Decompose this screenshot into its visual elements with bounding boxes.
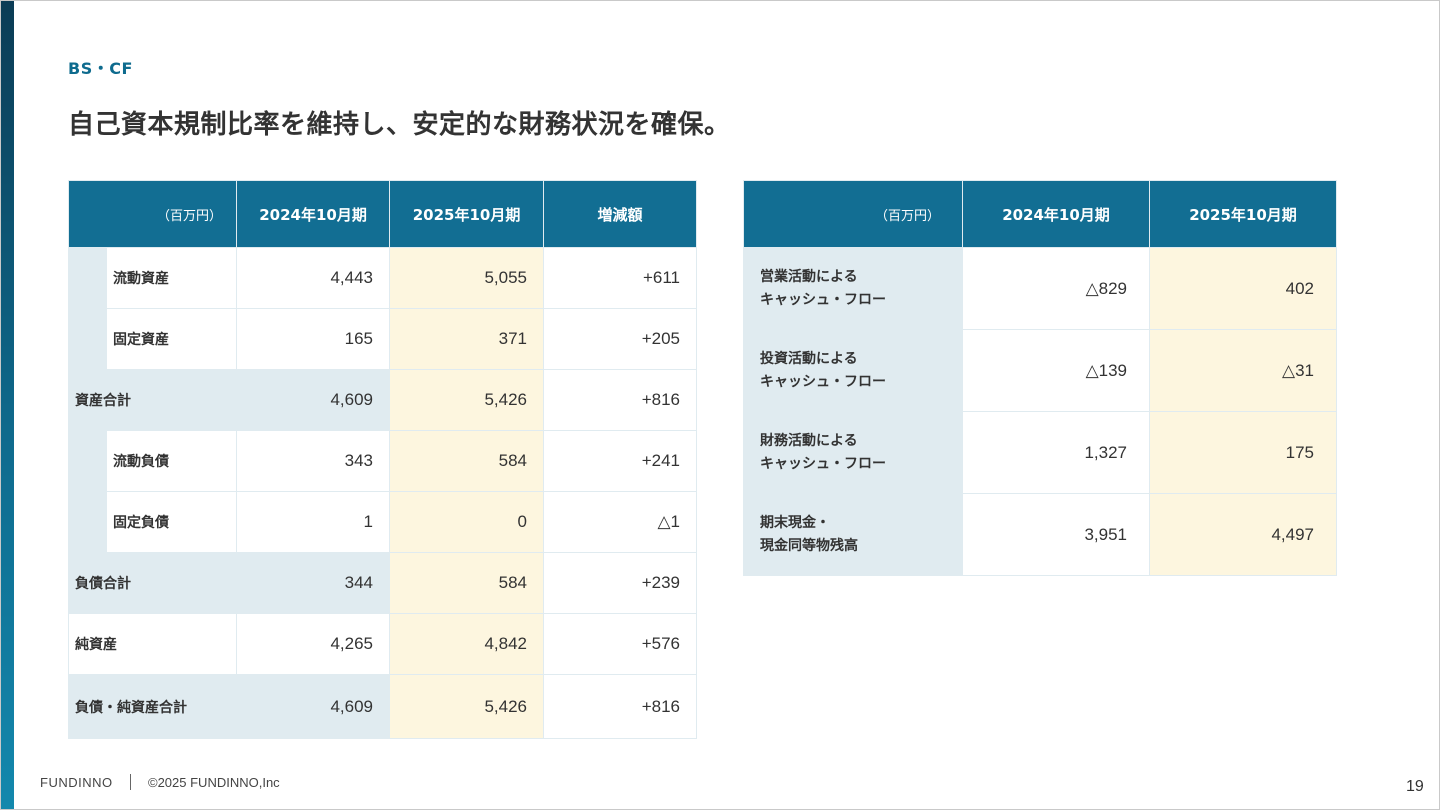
row-label: 財務活動による キャッシュ・フロー bbox=[743, 411, 963, 494]
table-row: 財務活動による キャッシュ・フロー 1,327 175 bbox=[743, 411, 1337, 494]
table-header-row: （百万円） 2024年10月期 2025年10月期 増減額 bbox=[67, 180, 698, 248]
row-label: 投資活動による キャッシュ・フロー bbox=[743, 329, 963, 412]
cell-2025: 5,426 bbox=[389, 674, 545, 739]
table-header-row: （百万円） 2024年10月期 2025年10月期 bbox=[743, 180, 1337, 248]
cell-2025: 584 bbox=[389, 552, 545, 614]
cell-diff: +816 bbox=[543, 369, 698, 431]
row-label: 純資産 bbox=[67, 613, 238, 675]
cell-2024: 1,327 bbox=[962, 411, 1150, 494]
row-label: 固定資産 bbox=[105, 308, 238, 370]
row-label-line2: 現金同等物残高 bbox=[760, 537, 858, 554]
cell-2025: △31 bbox=[1149, 329, 1337, 412]
row-label-line2: キャッシュ・フロー bbox=[760, 291, 886, 308]
footer-copyright: ©2025 FUNDINNO,Inc bbox=[148, 775, 280, 790]
cell-2024: 344 bbox=[236, 552, 391, 614]
left-accent-bar bbox=[0, 0, 14, 810]
footer-brand: FUNDINNO bbox=[40, 775, 113, 790]
row-label-line1: 財務活動による bbox=[760, 432, 858, 449]
header-2025: 2025年10月期 bbox=[389, 180, 545, 248]
cell-2025: 371 bbox=[389, 308, 545, 370]
row-label: 流動資産 bbox=[105, 247, 238, 309]
table-row: 資産合計 4,609 5,426 +816 bbox=[67, 369, 698, 431]
balance-sheet-table: （百万円） 2024年10月期 2025年10月期 増減額 流動資産 4,443… bbox=[67, 180, 698, 739]
row-label-line1: 期末現金・ bbox=[760, 514, 830, 531]
unit-header: （百万円） bbox=[67, 180, 238, 248]
page-title: 自己資本規制比率を維持し、安定的な財務状況を確保。 bbox=[68, 110, 731, 140]
cell-2025: 5,055 bbox=[389, 247, 545, 309]
header-2025: 2025年10月期 bbox=[1149, 180, 1337, 248]
row-label: 資産合計 bbox=[67, 369, 238, 431]
cell-diff: △1 bbox=[543, 491, 698, 553]
row-label: 期末現金・ 現金同等物残高 bbox=[743, 493, 963, 576]
cell-diff: +816 bbox=[543, 674, 698, 739]
row-label-line2: キャッシュ・フロー bbox=[760, 455, 886, 472]
cell-2025: 0 bbox=[389, 491, 545, 553]
cell-2025: 584 bbox=[389, 430, 545, 492]
cell-2025: 5,426 bbox=[389, 369, 545, 431]
indent-spacer bbox=[68, 430, 107, 492]
table-row: 負債・純資産合計 4,609 5,426 +816 bbox=[67, 674, 698, 739]
row-label: 負債・純資産合計 bbox=[67, 674, 238, 739]
table-row: 営業活動による キャッシュ・フロー △829 402 bbox=[743, 247, 1337, 330]
cell-2024: 165 bbox=[236, 308, 391, 370]
table-row: 負債合計 344 584 +239 bbox=[67, 552, 698, 614]
indent-spacer bbox=[68, 247, 107, 309]
cell-2025: 175 bbox=[1149, 411, 1337, 494]
cell-2025: 4,842 bbox=[389, 613, 545, 675]
unit-header: （百万円） bbox=[743, 180, 963, 248]
cell-2024: 4,609 bbox=[236, 369, 391, 431]
table-row: 投資活動による キャッシュ・フロー △139 △31 bbox=[743, 329, 1337, 412]
cell-2024: 1 bbox=[236, 491, 391, 553]
indent-spacer bbox=[68, 308, 107, 370]
cell-diff: +239 bbox=[543, 552, 698, 614]
section-label: BS・CF bbox=[68, 59, 133, 78]
cell-2024: △139 bbox=[962, 329, 1150, 412]
cell-2025: 4,497 bbox=[1149, 493, 1337, 576]
page-number: 19 bbox=[1406, 778, 1424, 795]
cell-diff: +241 bbox=[543, 430, 698, 492]
table-row: 流動資産 4,443 5,055 +611 bbox=[68, 247, 698, 309]
table-row: 期末現金・ 現金同等物残高 3,951 4,497 bbox=[743, 493, 1337, 576]
header-diff: 増減額 bbox=[543, 180, 698, 248]
row-label: 流動負債 bbox=[105, 430, 238, 492]
cell-2025: 402 bbox=[1149, 247, 1337, 330]
row-label-line2: キャッシュ・フロー bbox=[760, 373, 886, 390]
table-row: 純資産 4,265 4,842 +576 bbox=[67, 613, 698, 675]
row-label-line1: 投資活動による bbox=[760, 350, 858, 367]
cell-2024: 4,443 bbox=[236, 247, 391, 309]
table-row: 流動負債 343 584 +241 bbox=[68, 430, 698, 492]
table-row: 固定負債 1 0 △1 bbox=[68, 491, 698, 553]
cell-diff: +576 bbox=[543, 613, 698, 675]
row-label: 営業活動による キャッシュ・フロー bbox=[743, 247, 963, 330]
footer-divider bbox=[130, 774, 131, 790]
cell-2024: 3,951 bbox=[962, 493, 1150, 576]
cell-2024: △829 bbox=[962, 247, 1150, 330]
row-label-line1: 営業活動による bbox=[760, 268, 858, 285]
table-row: 固定資産 165 371 +205 bbox=[68, 308, 698, 370]
indent-spacer bbox=[68, 491, 107, 553]
row-label: 負債合計 bbox=[67, 552, 238, 614]
header-2024: 2024年10月期 bbox=[962, 180, 1150, 248]
cell-diff: +205 bbox=[543, 308, 698, 370]
cell-diff: +611 bbox=[543, 247, 698, 309]
row-label: 固定負債 bbox=[105, 491, 238, 553]
cell-2024: 4,609 bbox=[236, 674, 391, 739]
cell-2024: 343 bbox=[236, 430, 391, 492]
cell-2024: 4,265 bbox=[236, 613, 391, 675]
header-2024: 2024年10月期 bbox=[236, 180, 391, 248]
cash-flow-table: （百万円） 2024年10月期 2025年10月期 営業活動による キャッシュ・… bbox=[743, 180, 1337, 576]
